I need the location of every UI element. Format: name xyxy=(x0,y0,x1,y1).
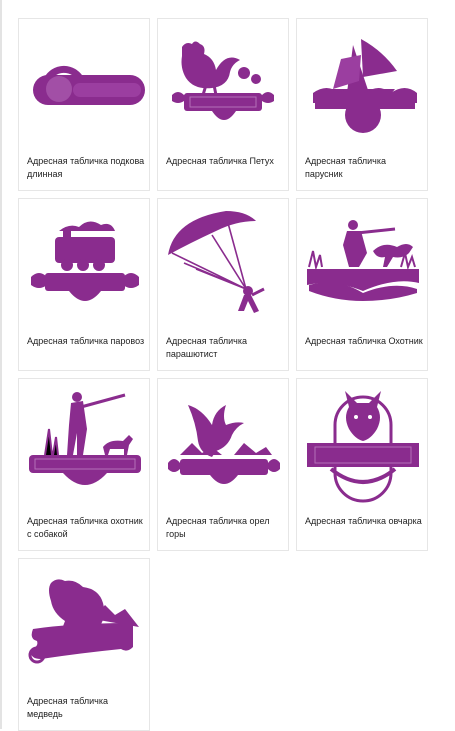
product-title[interactable]: Адресная табличка охотник с собакой xyxy=(27,515,145,541)
left-divider xyxy=(0,0,2,729)
product-card[interactable]: Адресная табличка подкова длинная xyxy=(18,18,150,191)
product-card[interactable]: Адресная табличка орел горы xyxy=(157,378,289,551)
product-card[interactable]: Адресная табличка овчарка xyxy=(296,378,428,551)
shepherd-dog-sign-icon xyxy=(301,383,425,503)
product-card[interactable]: Адресная табличка Петух xyxy=(157,18,289,191)
sailboat-sign-icon xyxy=(301,23,425,143)
product-title[interactable]: Адресная табличка Петух xyxy=(166,155,284,168)
parachutist-sign-icon xyxy=(162,203,286,323)
product-title[interactable]: Адресная табличка подкова длинная xyxy=(27,155,145,181)
horseshoe-sign-icon xyxy=(23,23,147,143)
eagle-mountains-sign-icon xyxy=(162,383,286,503)
product-card[interactable]: Адресная табличка паровоз xyxy=(18,198,150,371)
product-card[interactable]: Адресная табличка охотник с собакой xyxy=(18,378,150,551)
product-card[interactable]: Адресная табличка медведь xyxy=(18,558,150,731)
product-card[interactable]: Адресная табличка парусник xyxy=(296,18,428,191)
product-title[interactable]: Адресная табличка медведь xyxy=(27,695,145,721)
product-title[interactable]: Адресная табличка парусник xyxy=(305,155,423,181)
product-title[interactable]: Адресная табличка парашютист xyxy=(166,335,284,361)
product-title[interactable]: Адресная табличка паровоз xyxy=(27,335,145,348)
hunter-with-dog-sign-icon xyxy=(23,383,147,503)
bear-sign-icon xyxy=(23,563,147,683)
product-card[interactable]: Адресная табличка Охотник xyxy=(296,198,428,371)
product-title[interactable]: Адресная табличка Охотник xyxy=(305,335,423,348)
product-title[interactable]: Адресная табличка овчарка xyxy=(305,515,423,528)
product-card[interactable]: Адресная табличка парашютист xyxy=(157,198,289,371)
locomotive-sign-icon xyxy=(23,203,147,323)
product-title[interactable]: Адресная табличка орел горы xyxy=(166,515,284,541)
product-grid: Адресная табличка подкова длинная Адресн… xyxy=(18,18,430,731)
rooster-sign-icon xyxy=(162,23,286,143)
hunter-sign-icon xyxy=(301,203,425,323)
